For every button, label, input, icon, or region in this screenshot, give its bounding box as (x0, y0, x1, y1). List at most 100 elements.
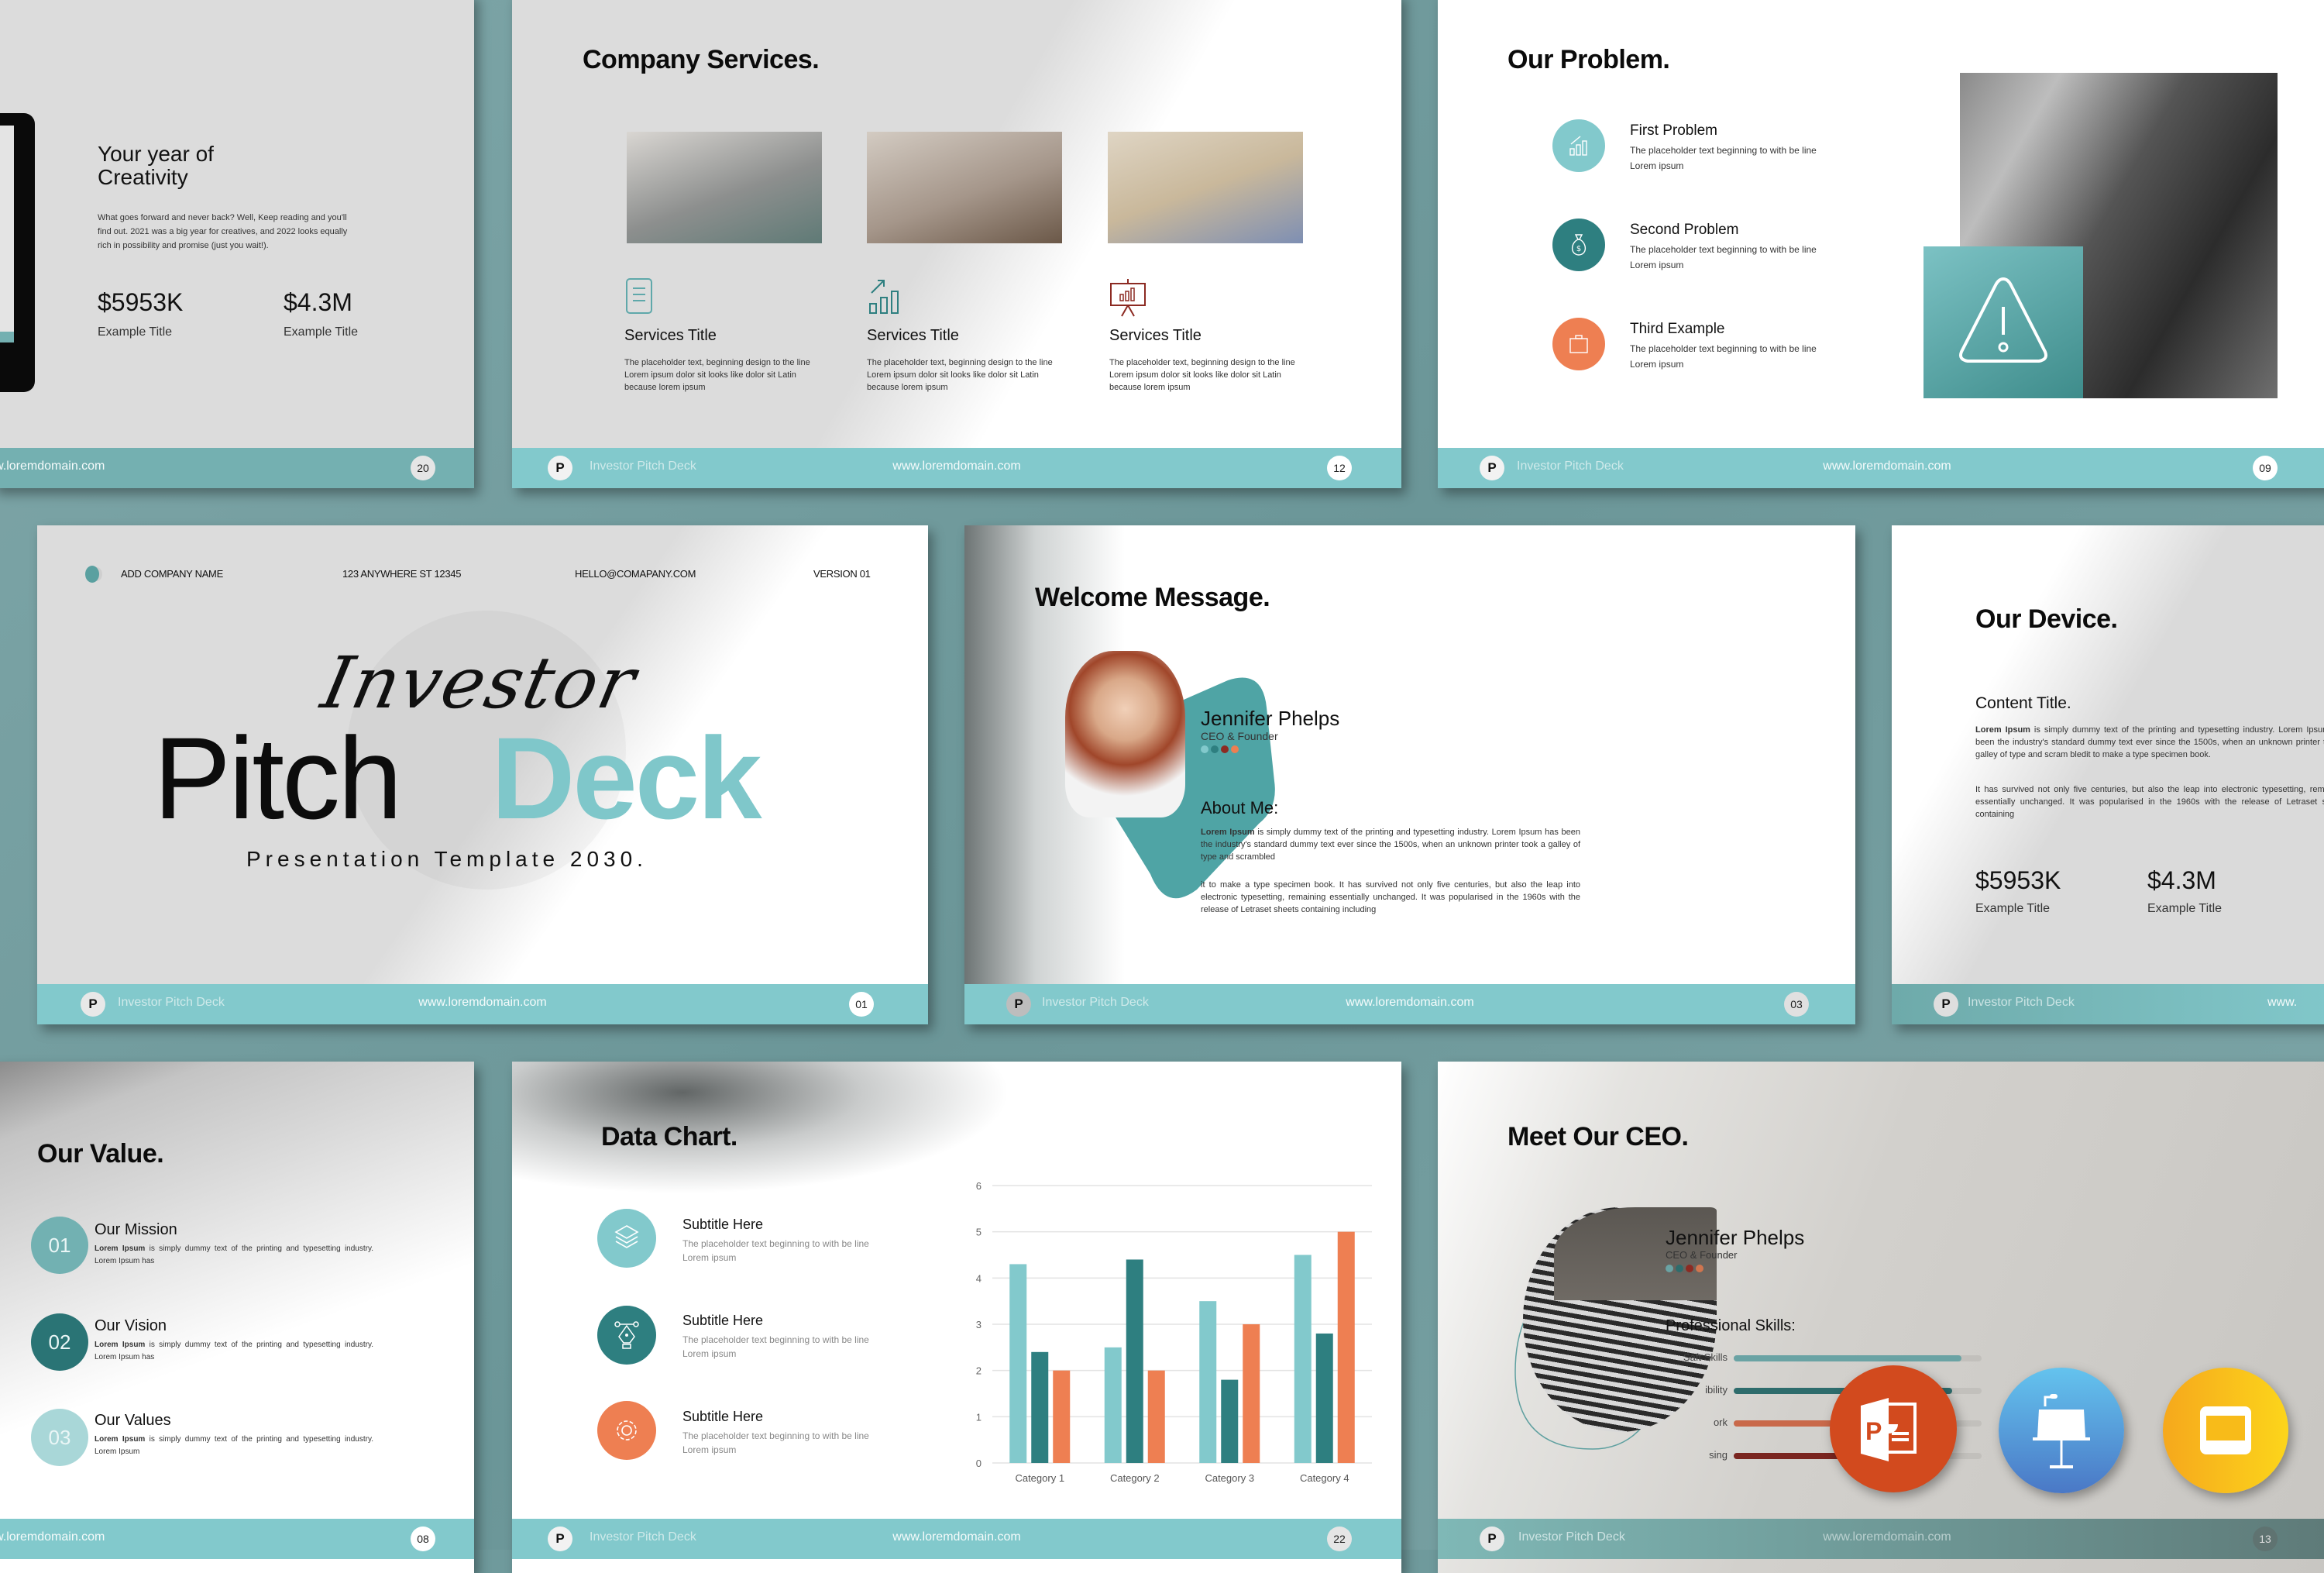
profile-name: Jennifer Phelps (1666, 1226, 1805, 1249)
bar-2-3 (1147, 1370, 1165, 1463)
stat-value: $5953K (1975, 866, 2061, 894)
company-name: ADD COMPANY NAME (121, 568, 223, 580)
slide-cover[interactable]: ADD COMPANY NAME 123 ANYWHERE ST 12345 H… (37, 525, 928, 1024)
linkedin-icon[interactable] (1231, 745, 1239, 753)
twitter-icon[interactable] (1221, 745, 1229, 753)
company-email[interactable]: HELLO@COMAPANY.COM (575, 568, 696, 580)
x-tick-label: Category 3 (1205, 1472, 1254, 1484)
slide-data-chart[interactable]: Data Chart. Subtitle Here The placeholde… (512, 1062, 1401, 1573)
value-number-circle: 02 (31, 1313, 88, 1371)
subtitle-title: Subtitle Here (682, 1409, 764, 1424)
page-number: 12 (1327, 456, 1352, 480)
footer-url[interactable]: www.loremdomain.com (512, 1530, 1401, 1544)
problem-body: The placeholder text beginning to with b… (1630, 244, 1817, 270)
slide-title: Data Chart. (601, 1122, 737, 1151)
growth-chart-icon (1569, 136, 1587, 156)
value-title: Our Values (95, 1412, 171, 1429)
social-links (1666, 1265, 1703, 1272)
profile-role: CEO & Founder (1201, 730, 1278, 742)
svg-text:P: P (1865, 1417, 1882, 1445)
skill-track (1734, 1355, 1982, 1361)
slide-our-value[interactable]: Our Value. 01 Our Mission Lorem Ipsum is… (0, 1062, 474, 1573)
skill-row: Saft Skills (1666, 1350, 1991, 1368)
slide-title: Welcome Message. (1035, 583, 1270, 612)
twitter-icon[interactable] (1686, 1265, 1693, 1272)
bar-1-2 (1031, 1351, 1049, 1463)
cover-subtitle: Presentation Template 2030. (246, 847, 648, 871)
slide-company-services[interactable]: Company Services. Services Title The pla… (512, 0, 1401, 488)
keynote-icon[interactable] (1999, 1368, 2124, 1493)
page-number: 13 (2253, 1527, 2278, 1551)
slide-our-problem[interactable]: Our Problem. First Problem The placehold… (1438, 0, 2324, 488)
subtitle-title: Subtitle Here (682, 1313, 764, 1328)
service-title: Services Title (624, 327, 717, 344)
slide-creativity[interactable]: Your year of Creativity What goes forwar… (0, 0, 474, 488)
device-mockup (0, 113, 35, 392)
service-photo (867, 132, 1062, 243)
service-body: The placeholder text, beginning design t… (624, 358, 810, 392)
value-title: Our Mission (95, 1221, 177, 1238)
bar-1-1 (1009, 1264, 1027, 1463)
gear-icon (617, 1420, 637, 1440)
profile-name: Jennifer Phelps (1201, 707, 1340, 730)
stat-label: Example Title (1975, 902, 2051, 915)
slide-meet-ceo[interactable]: Meet Our CEO. Jennifer Phelps CEO & Foun… (1438, 1062, 2324, 1573)
footer-url[interactable]: www.loremdomain.com (0, 1530, 105, 1544)
linkedin-icon[interactable] (1696, 1265, 1703, 1272)
slide-our-device[interactable]: Our Device. Content Title. Lorem Ipsum i… (1892, 525, 2324, 1024)
skill-label: Saft Skills (1683, 1351, 1728, 1363)
bar-3-2 (1221, 1379, 1239, 1463)
bar-3-3 (1243, 1324, 1260, 1463)
service-title: Services Title (867, 327, 959, 344)
growth-chart-icon (869, 280, 899, 314)
stat-value: $5953K (98, 288, 184, 316)
slide-footer: P Investor Pitch Deck www.loremdomain.co… (1438, 448, 2324, 488)
y-tick-label: 2 (976, 1365, 982, 1377)
footer-url[interactable]: www.loremdomain.com (964, 996, 1855, 1010)
bar-2-2 (1126, 1259, 1143, 1463)
footer-url[interactable]: www.loremdomain.com (37, 996, 928, 1010)
instagram-icon[interactable] (1211, 745, 1219, 753)
footer-url[interactable]: www.loremdomain.com (1438, 1530, 2324, 1544)
google-slides-icon[interactable] (2163, 1368, 2288, 1493)
slide-footer: P Investor Pitch Deck www.loremdomain.co… (37, 984, 928, 1024)
document-icon (626, 278, 652, 314)
social-links (1201, 745, 1239, 753)
problem-body: The placeholder text beginning to with b… (1630, 343, 1817, 370)
slide-title: Our Problem. (1508, 45, 1670, 74)
footer-url[interactable]: www.loremdomain.com (512, 460, 1401, 473)
title-pitch: Pitch (153, 713, 402, 843)
powerpoint-icon[interactable]: P (1830, 1365, 1957, 1492)
slide-footer: P Investor Pitch Deck www. (1892, 984, 2324, 1024)
bar-chart: 0 1 2 3 4 5 6 Category 1 Category 2 Category 3 Cat… (976, 1180, 1372, 1484)
skill-fill (1734, 1355, 1962, 1361)
device-body: It has survived not only five centuries,… (1975, 785, 2324, 819)
value-body: Lorem Ipsum is simply dummy text of the … (95, 1435, 373, 1456)
title-deck: Deck (491, 713, 762, 843)
footer-url[interactable]: www.loremdomain.com (0, 460, 105, 473)
profile-photo (1065, 651, 1185, 817)
footer-url[interactable]: www.loremdomain.com (1438, 460, 2324, 473)
pen-tool-icon (614, 1321, 639, 1349)
warning-triangle-icon (1959, 277, 2047, 363)
problem-body: The placeholder text beginning to with b… (1630, 145, 1817, 171)
slide-welcome[interactable]: Welcome Message. Jennifer Phelps CEO & F… (964, 525, 1855, 1024)
service-body: The placeholder text, beginning design t… (1109, 358, 1295, 392)
slide-footer: www.loremdomain.com 08 (0, 1519, 474, 1559)
service-body: The placeholder text, beginning design t… (867, 358, 1053, 392)
footer-url[interactable]: www. (2267, 996, 2297, 1010)
facebook-icon[interactable] (1201, 745, 1208, 753)
content-title: Content Title. (1975, 694, 2071, 712)
stat-value: $4.3M (284, 288, 352, 316)
service-photo (1108, 132, 1303, 243)
slide-title: Meet Our CEO. (1508, 1122, 1689, 1151)
y-tick-label: 5 (976, 1227, 982, 1238)
bar-4-3 (1337, 1231, 1355, 1463)
about-body: Lorem Ipsum is simply dummy text of the … (1201, 828, 1580, 862)
y-tick-label: 1 (976, 1411, 982, 1423)
x-tick-label: Category 4 (1300, 1472, 1349, 1484)
facebook-icon[interactable] (1666, 1265, 1673, 1272)
slide-footer: P Investor Pitch Deck www.loremdomain.co… (964, 984, 1855, 1024)
instagram-icon[interactable] (1676, 1265, 1683, 1272)
slide-body: What goes forward and never back? Well, … (98, 213, 348, 250)
